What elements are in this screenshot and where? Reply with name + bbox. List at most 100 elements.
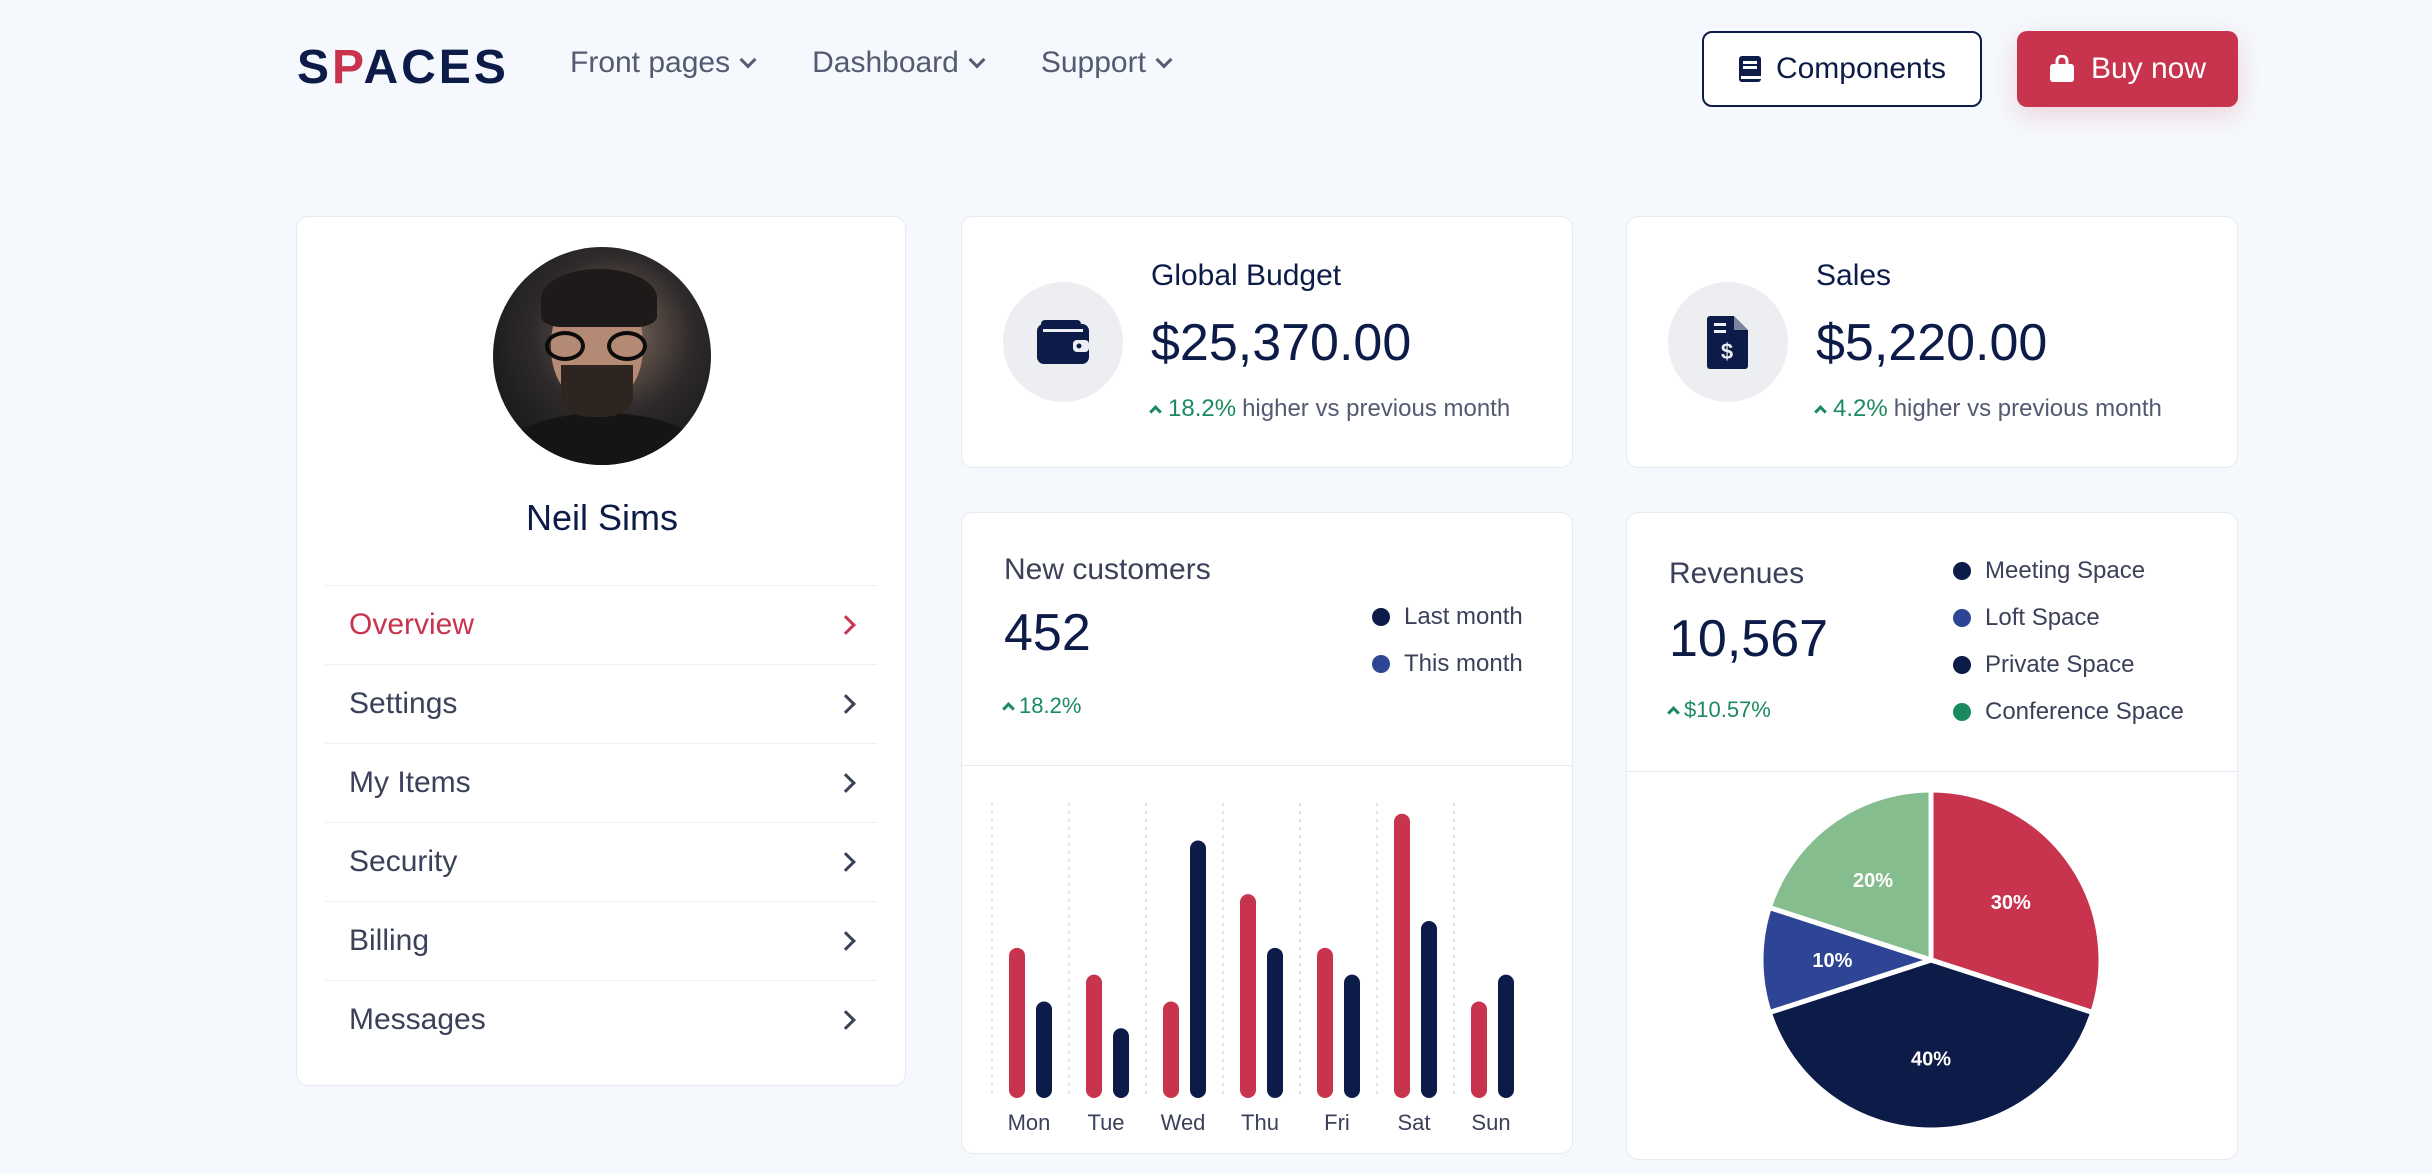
x-tick-label: Wed bbox=[1161, 1110, 1206, 1135]
bar bbox=[1240, 894, 1256, 1098]
sales-change-percent: 4.2% bbox=[1833, 395, 1888, 422]
chevron-right-icon bbox=[836, 931, 856, 951]
spaces-logo[interactable]: SPACES bbox=[297, 40, 509, 95]
caret-up-icon bbox=[1149, 404, 1162, 418]
shopping-bag-icon bbox=[2049, 55, 2074, 82]
card-divider bbox=[1627, 771, 2237, 772]
card-divider bbox=[962, 765, 1572, 766]
menu-front-pages[interactable]: Front pages bbox=[570, 46, 757, 80]
top-navbar: SPACES Front pages Dashboard Support Com… bbox=[0, 0, 2432, 140]
components-button[interactable]: Components bbox=[1702, 31, 1982, 107]
bar bbox=[1009, 947, 1025, 1098]
chevron-right-icon bbox=[836, 852, 856, 872]
logo-letter-p: P bbox=[332, 41, 364, 94]
main-menu: Front pages Dashboard Support bbox=[570, 46, 1173, 80]
budget-change-text: higher vs previous month bbox=[1242, 395, 1511, 422]
menu-front-pages-label: Front pages bbox=[570, 46, 731, 79]
chevron-right-icon bbox=[836, 773, 856, 793]
sales-value: $5,220.00 bbox=[1816, 314, 2048, 372]
x-tick-label: Thu bbox=[1241, 1110, 1279, 1135]
wallet-icon bbox=[1037, 320, 1089, 364]
legend-dot bbox=[1953, 702, 1971, 721]
profile-card: Neil Sims Overview Settings My Items Sec… bbox=[296, 216, 906, 1086]
legend-item: This month bbox=[1372, 640, 1523, 687]
legend-item: Private Space bbox=[1953, 641, 2184, 688]
legend-dot bbox=[1953, 655, 1971, 674]
revenues-change-value: $10.57% bbox=[1684, 697, 1771, 722]
logo-letter-s: S bbox=[297, 41, 333, 94]
legend-label: Private Space bbox=[1985, 650, 2135, 678]
revenues-pie-chart: 30% 40% 10% 20% bbox=[1758, 787, 2104, 1133]
legend-label: Conference Space bbox=[1985, 697, 2184, 725]
pie-slice-label: 10% bbox=[1812, 950, 1852, 972]
bar bbox=[1471, 1001, 1487, 1098]
budget-change: 18.2% higher vs previous month bbox=[1149, 395, 1511, 423]
book-icon bbox=[1738, 56, 1761, 82]
bar bbox=[1086, 974, 1102, 1098]
legend-item: Loft Space bbox=[1953, 594, 2184, 641]
profile-name: Neil Sims bbox=[525, 497, 678, 538]
invoice-dollar-icon: $ bbox=[1707, 316, 1748, 369]
bar bbox=[1317, 947, 1333, 1098]
chevron-down-icon bbox=[968, 51, 986, 69]
revenues-card: Revenues 10,567 $10.57% Meeting Space Lo… bbox=[1626, 512, 2238, 1160]
legend-label: This month bbox=[1404, 649, 1523, 677]
customers-value: 452 bbox=[1004, 604, 1091, 662]
wallet-icon-container bbox=[1003, 282, 1123, 402]
chevron-right-icon bbox=[836, 694, 856, 714]
menu-support[interactable]: Support bbox=[1041, 46, 1173, 80]
chevron-right-icon bbox=[836, 615, 856, 635]
bar bbox=[1498, 974, 1514, 1098]
profile-item-messages[interactable]: Messages bbox=[325, 980, 877, 1059]
customers-change: 18.2% bbox=[1002, 693, 1082, 719]
revenues-value: 10,567 bbox=[1669, 610, 1829, 668]
revenues-title: Revenues bbox=[1669, 557, 1805, 590]
pie-slice-label: 20% bbox=[1853, 870, 1893, 892]
x-tick-label: Tue bbox=[1087, 1110, 1124, 1135]
buy-now-button[interactable]: Buy now bbox=[2017, 31, 2238, 107]
profile-item-security[interactable]: Security bbox=[325, 822, 877, 901]
bar bbox=[1113, 1028, 1129, 1098]
x-tick-label: Sat bbox=[1397, 1110, 1430, 1135]
profile-item-label: Security bbox=[349, 845, 458, 878]
new-customers-card: New customers 452 18.2% Last month This … bbox=[961, 512, 1573, 1154]
budget-change-percent: 18.2% bbox=[1168, 395, 1237, 422]
svg-text:$: $ bbox=[1721, 339, 1733, 364]
legend-dot bbox=[1372, 607, 1390, 626]
invoice-icon-container: $ bbox=[1668, 282, 1788, 402]
sales-change: 4.2% higher vs previous month bbox=[1814, 395, 2162, 423]
bar bbox=[1267, 947, 1283, 1098]
chevron-down-icon bbox=[1155, 51, 1173, 69]
legend-dot bbox=[1372, 654, 1390, 673]
logo-letters-aces: ACES bbox=[363, 41, 509, 94]
sales-card: $ Sales $5,220.00 4.2% higher vs previou… bbox=[1626, 216, 2238, 468]
budget-value: $25,370.00 bbox=[1151, 314, 1412, 372]
profile-item-billing[interactable]: Billing bbox=[325, 901, 877, 980]
budget-label: Global Budget bbox=[1151, 259, 1342, 292]
global-budget-card: Global Budget $25,370.00 18.2% higher vs… bbox=[961, 216, 1573, 468]
customers-legend: Last month This month bbox=[1372, 593, 1523, 687]
menu-dashboard[interactable]: Dashboard bbox=[812, 46, 986, 80]
pie-slice-label: 40% bbox=[1911, 1049, 1951, 1071]
legend-label: Loft Space bbox=[1985, 603, 2100, 631]
bar bbox=[1036, 1001, 1052, 1098]
profile-item-settings[interactable]: Settings bbox=[325, 664, 877, 743]
bar bbox=[1394, 813, 1410, 1098]
profile-item-label: Billing bbox=[349, 924, 430, 957]
x-tick-label: Fri bbox=[1324, 1110, 1350, 1135]
legend-label: Last month bbox=[1404, 602, 1523, 630]
pie-slice-label: 30% bbox=[1991, 892, 2031, 914]
bar bbox=[1163, 1001, 1179, 1098]
legend-dot bbox=[1953, 561, 1971, 580]
sales-change-text: higher vs previous month bbox=[1893, 395, 2162, 422]
customers-bar-chart: Mon Tue Wed Thu Fri Sat Sun bbox=[991, 803, 1514, 1135]
caret-up-icon bbox=[1814, 404, 1827, 418]
sales-label: Sales bbox=[1816, 259, 1892, 292]
customers-change-percent: 18.2% bbox=[1019, 693, 1082, 718]
profile-item-overview[interactable]: Overview bbox=[325, 585, 877, 664]
components-button-label: Components bbox=[1775, 52, 1947, 85]
caret-up-icon bbox=[1002, 701, 1015, 715]
profile-item-my-items[interactable]: My Items bbox=[325, 743, 877, 822]
menu-dashboard-label: Dashboard bbox=[812, 46, 959, 79]
chevron-right-icon bbox=[836, 1010, 856, 1030]
